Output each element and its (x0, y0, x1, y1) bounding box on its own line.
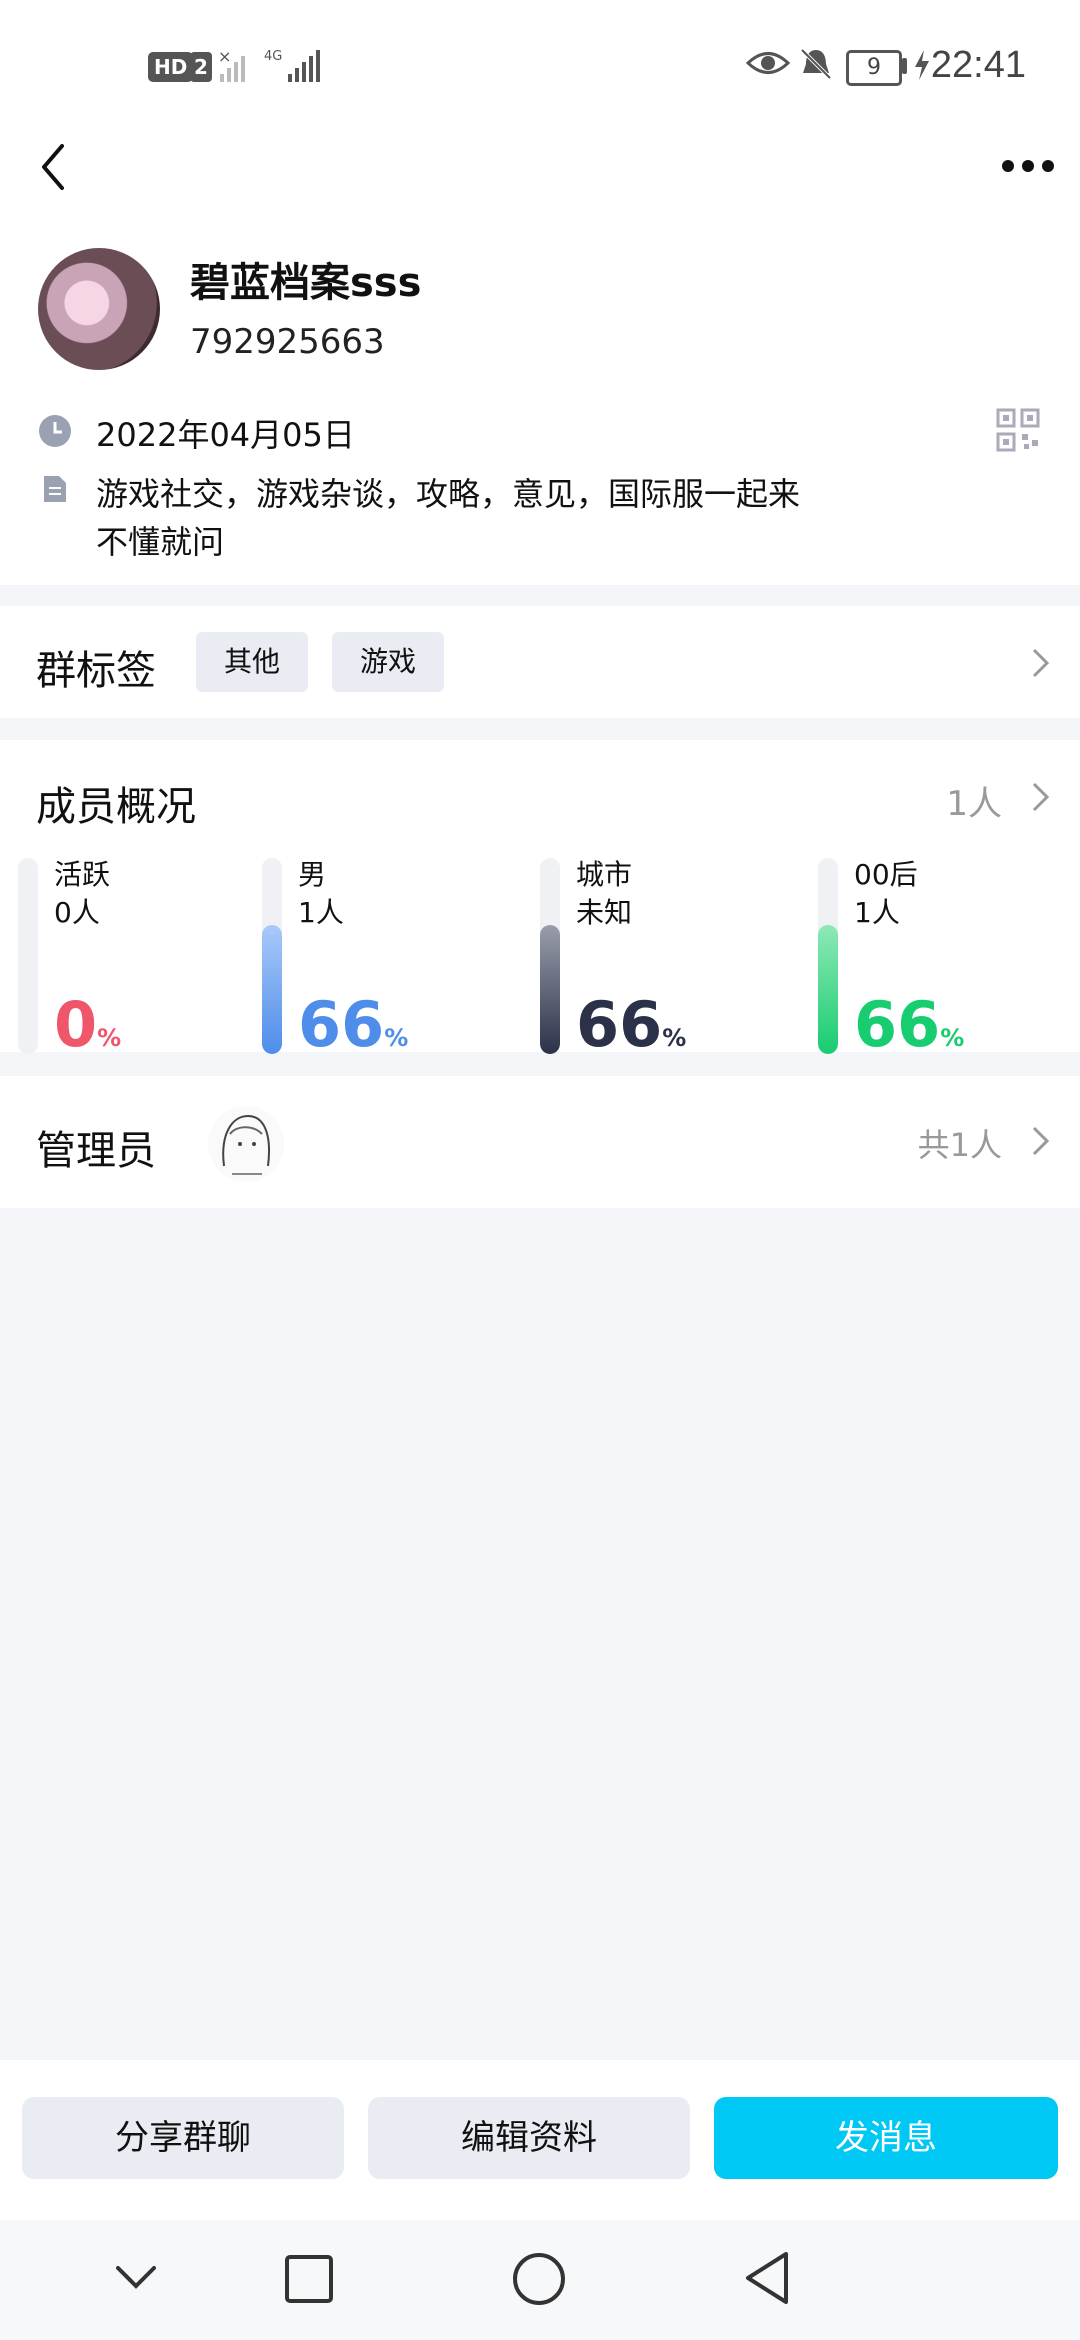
group-description: 游戏社交，游戏杂谈，攻略，意见，国际服一起来 不懂就问 (96, 470, 876, 566)
age-value: 1人 (854, 896, 900, 929)
home-circle-icon[interactable] (512, 2252, 566, 2306)
chevron-right-icon[interactable] (1030, 1124, 1052, 1158)
battery-icon: 9 (846, 50, 902, 86)
group-tags-title: 群标签 (36, 648, 156, 694)
description-line-2: 不懂就问 (96, 523, 225, 561)
city-bar (540, 858, 560, 1054)
city-value: 未知 (576, 896, 633, 929)
admin-avatar[interactable] (206, 1104, 286, 1184)
group-id: 792925663 (190, 322, 385, 362)
recents-square-icon[interactable] (284, 2254, 334, 2304)
document-icon (44, 476, 66, 502)
age-label: 00后 (854, 858, 918, 891)
age-percent: 66% (854, 988, 965, 1061)
group-avatar[interactable] (38, 248, 160, 370)
member-count: 1人 (946, 784, 1002, 824)
age-bar (818, 858, 838, 1054)
active-value: 0人 (54, 896, 100, 929)
group-name: 碧蓝档案sss (190, 260, 422, 306)
charging-icon (915, 50, 929, 80)
male-bar (262, 858, 282, 1054)
svg-text:×: × (218, 47, 231, 66)
description-line-1: 游戏社交，游戏杂谈，攻略，意见，国际服一起来 (96, 475, 801, 513)
signal-icon: × 4G (218, 47, 320, 82)
clock-icon (39, 415, 71, 447)
chevron-right-icon[interactable] (1030, 780, 1052, 814)
tag-chip-other[interactable]: 其他 (196, 632, 309, 692)
back-icon[interactable] (34, 142, 74, 192)
chevron-right-icon[interactable] (1030, 646, 1052, 680)
city-label: 城市 (576, 858, 633, 891)
back-triangle-icon[interactable] (742, 2250, 792, 2306)
battery-tip (902, 58, 907, 74)
age-bar-fill (818, 924, 838, 1054)
edit-profile-button[interactable]: 编辑资料 (368, 2097, 690, 2179)
active-bar (18, 858, 38, 1054)
clock: 22:41 (930, 44, 1026, 86)
male-bar-fill (262, 924, 282, 1054)
share-group-button[interactable]: 分享群聊 (22, 2097, 344, 2179)
created-date: 2022年04月05日 (96, 416, 355, 454)
male-percent: 66% (298, 988, 409, 1061)
eye-icon (746, 52, 790, 74)
tag-chip-game[interactable]: 游戏 (332, 632, 445, 692)
active-percent: 0% (54, 988, 122, 1061)
sim-badge: 2 (190, 52, 212, 82)
male-label: 男 (298, 858, 327, 891)
send-message-button[interactable]: 发消息 (714, 2097, 1058, 2179)
city-percent: 66% (576, 988, 687, 1061)
member-overview-title: 成员概况 (36, 784, 196, 830)
qr-code-icon[interactable] (996, 408, 1040, 452)
mute-bell-icon (800, 48, 832, 80)
male-value: 1人 (298, 896, 344, 929)
hd-badge: HD (148, 52, 194, 82)
admin-title: 管理员 (36, 1128, 156, 1174)
city-bar-fill (540, 924, 560, 1054)
group-tags-section[interactable] (0, 606, 1080, 718)
chevron-down-icon[interactable] (112, 2262, 160, 2292)
active-label: 活跃 (54, 858, 111, 891)
more-icon[interactable] (1000, 156, 1056, 176)
admin-count: 共1人 (917, 1126, 1002, 1164)
svg-text:4G: 4G (264, 49, 282, 64)
